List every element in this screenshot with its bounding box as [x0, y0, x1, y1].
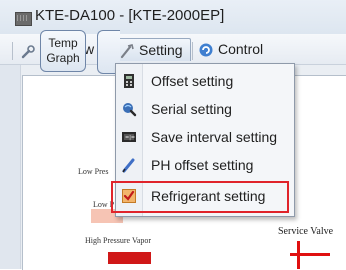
refrigerant-setting-highlight: [111, 181, 289, 213]
menu-separator: [192, 42, 193, 60]
title-bar: KTE-DA100 - [KTE-2000EP]: [0, 0, 346, 34]
menu-item-serial-setting[interactable]: Serial setting: [116, 96, 294, 122]
service-valve-label: Service Valve: [278, 226, 334, 237]
menu-item-label: Serial setting: [151, 101, 232, 117]
left-panel: [0, 65, 21, 269]
setting-menu-label: Setting: [139, 42, 183, 58]
control-menu[interactable]: Control: [198, 38, 268, 60]
temp-graph-button[interactable]: Temp Graph: [40, 30, 86, 72]
app-icon: [15, 12, 32, 26]
svg-text:=|=: =|=: [125, 135, 135, 141]
menubar-grip: [12, 42, 13, 60]
menu-item-label: Save interval setting: [151, 129, 278, 145]
menu-item-offset-setting[interactable]: Offset setting: [116, 68, 294, 94]
tools-menu-button[interactable]: [20, 38, 40, 60]
control-menu-label: Control: [218, 41, 264, 57]
setting-icon: [120, 44, 134, 59]
high-pressure-vapor-label: High Pressure Vapor: [85, 236, 152, 245]
temp-graph-label-line2: Graph: [46, 51, 80, 65]
offset-icon: [124, 74, 134, 88]
pencil-icon: [122, 158, 135, 173]
save-interval-icon: =|=: [122, 132, 136, 142]
wrench-icon: [21, 44, 35, 58]
serial-icon: [123, 103, 137, 117]
high-pressure-swatch: [108, 252, 151, 264]
service-valve-pipe: [290, 253, 330, 256]
window-title: KTE-DA100 - [KTE-2000EP]: [35, 7, 225, 24]
setting-menu[interactable]: Setting: [115, 38, 191, 61]
low-pressure-label: Low Pres: [78, 167, 109, 176]
menu-item-save-interval-setting[interactable]: =|= Save interval setting: [116, 124, 294, 150]
menu-item-ph-offset-setting[interactable]: PH offset setting: [116, 152, 294, 178]
menu-item-label: PH offset setting: [151, 157, 254, 173]
menu-item-label: Offset setting: [151, 73, 234, 89]
control-icon: [199, 43, 213, 57]
temp-graph-label-line1: Temp: [48, 36, 78, 50]
